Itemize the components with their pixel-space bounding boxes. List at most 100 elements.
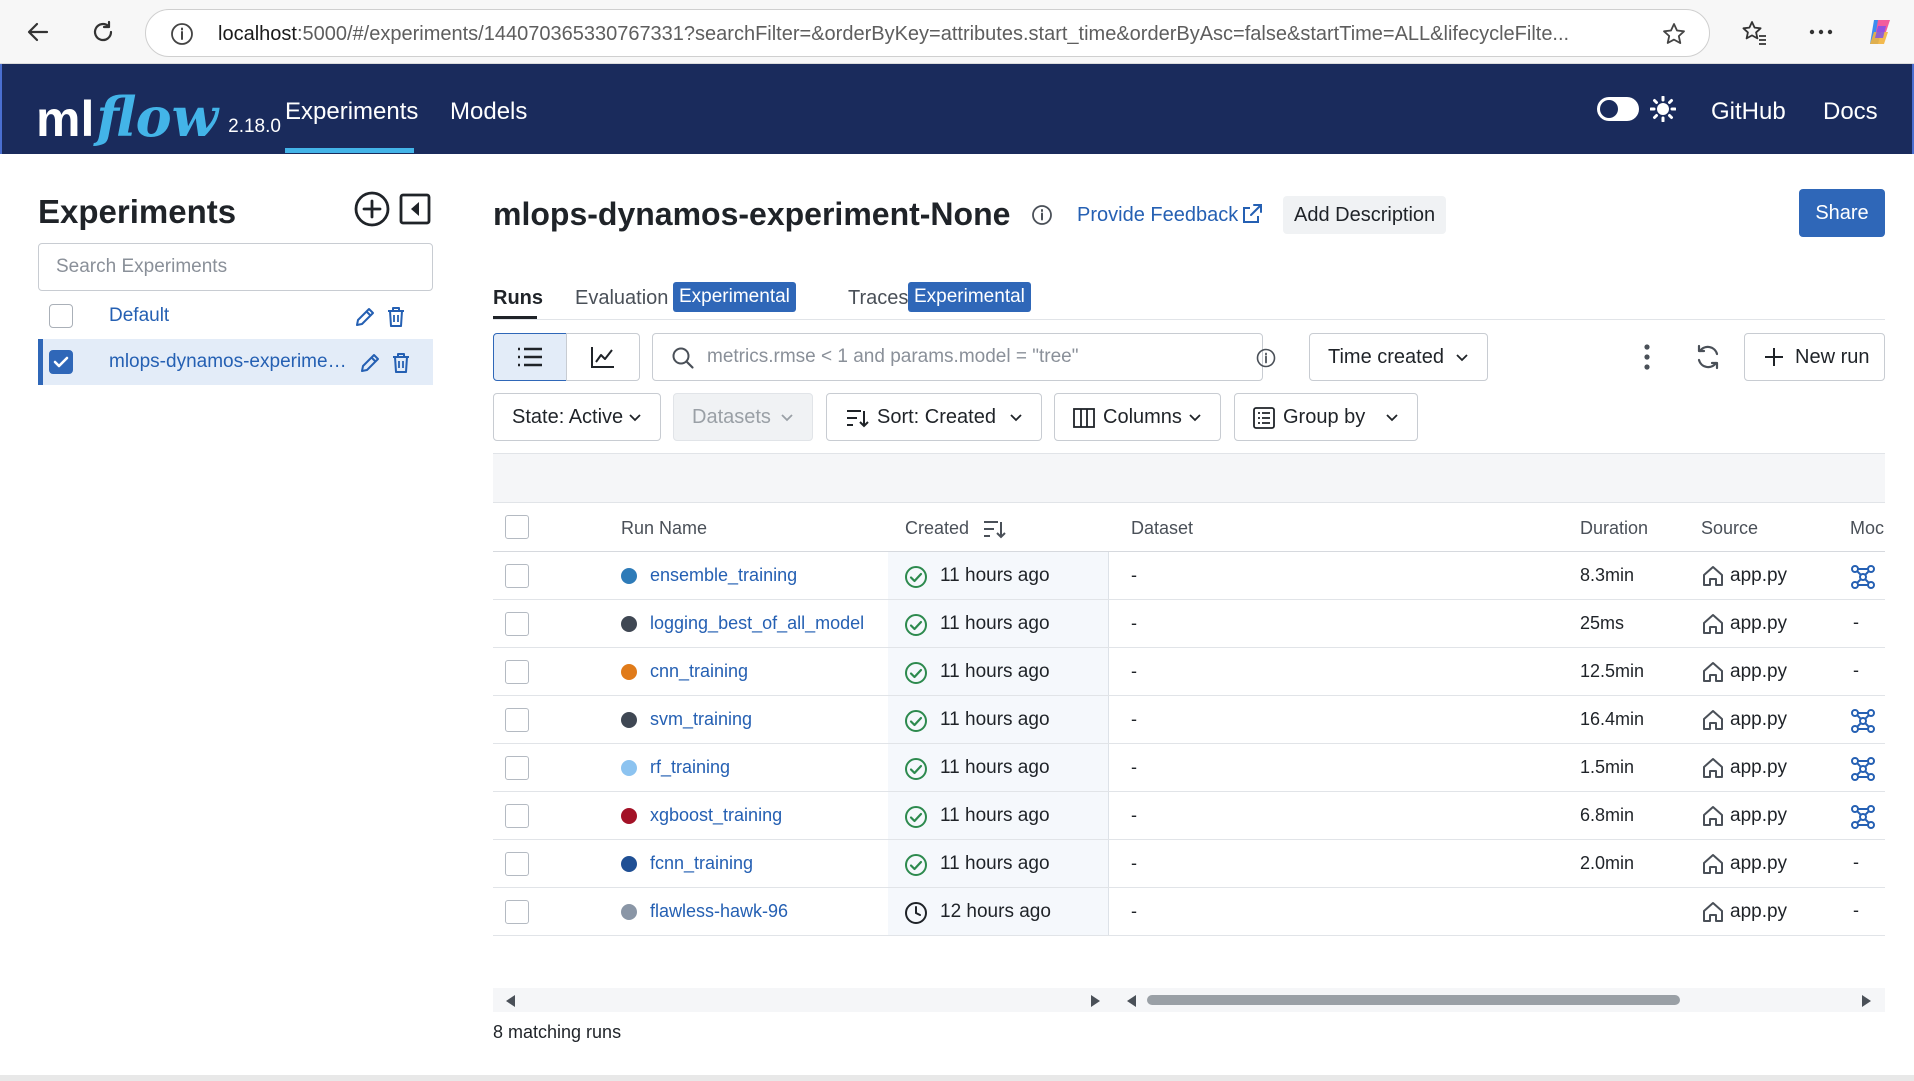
state-dropdown[interactable]: State: Active [493, 393, 661, 441]
run-color-dot[interactable] [621, 808, 637, 824]
run-color-dot[interactable] [621, 904, 637, 920]
time-created-dropdown[interactable]: Time created [1309, 333, 1488, 381]
experiment-checkbox[interactable] [49, 304, 73, 328]
sort-dropdown[interactable]: Sort: Created [826, 393, 1042, 441]
experiment-item-mlops-dynamos[interactable]: mlops-dynamos-experiment-None [38, 339, 433, 385]
info-icon[interactable] [1031, 204, 1053, 226]
scroll-left-arrow-icon[interactable] [504, 994, 516, 1008]
bookmark-star-icon[interactable] [1661, 21, 1687, 47]
sort-desc-icon[interactable] [982, 518, 1006, 540]
table-view-button[interactable] [493, 333, 567, 381]
run-color-dot[interactable] [621, 664, 637, 680]
share-button[interactable]: Share [1799, 189, 1885, 237]
favorites-icon[interactable] [1736, 14, 1772, 50]
scroll-left-arrow-icon[interactable] [1125, 994, 1137, 1008]
add-description-button[interactable]: Add Description [1283, 196, 1447, 234]
run-name-link[interactable]: ensemble_training [650, 565, 797, 586]
collapse-sidebar-icon[interactable] [398, 192, 432, 226]
refresh-icon[interactable] [1694, 343, 1722, 371]
reload-icon[interactable] [85, 14, 121, 50]
more-options-icon[interactable] [1803, 14, 1839, 50]
run-name-link[interactable]: cnn_training [650, 661, 748, 682]
table-row[interactable]: svm_training 11 hours ago - 16.4min app.py [493, 696, 1885, 744]
column-header-duration[interactable]: Duration [1580, 518, 1648, 539]
edit-pencil-icon[interactable] [353, 305, 377, 329]
mlflow-logo[interactable]: ml flow 2.18.0 [36, 74, 281, 144]
source-link[interactable]: app.py [1730, 709, 1787, 731]
row-checkbox[interactable] [505, 708, 529, 732]
run-color-dot[interactable] [621, 568, 637, 584]
run-filter-box[interactable] [652, 333, 1276, 381]
model-icon[interactable] [1850, 708, 1876, 734]
row-checkbox[interactable] [505, 564, 529, 588]
source-link[interactable]: app.py [1730, 853, 1787, 875]
run-name-link[interactable]: rf_training [650, 757, 730, 778]
address-bar[interactable]: localhost:5000/#/experiments/14407036533… [145, 9, 1710, 57]
run-name-link[interactable]: xgboost_training [650, 805, 782, 826]
source-link[interactable]: app.py [1730, 757, 1787, 779]
table-row[interactable]: xgboost_training 11 hours ago - 6.8min app.p… [493, 792, 1885, 840]
run-color-dot[interactable] [621, 616, 637, 632]
run-color-dot[interactable] [621, 712, 637, 728]
external-link-icon[interactable] [1240, 202, 1264, 226]
scrollbar-thumb[interactable] [1147, 995, 1680, 1005]
tab-evaluation[interactable]: Evaluation [575, 287, 668, 310]
source-link[interactable]: app.py [1730, 901, 1787, 923]
group-by-dropdown[interactable]: Group by [1234, 393, 1418, 441]
edit-pencil-icon[interactable] [358, 351, 382, 375]
search-experiments-input[interactable] [38, 243, 433, 291]
select-all-checkbox[interactable] [505, 515, 529, 539]
site-info-icon[interactable] [170, 22, 194, 46]
new-run-button[interactable]: New run [1744, 333, 1885, 381]
scroll-right-arrow-icon[interactable] [1090, 994, 1102, 1008]
run-color-dot[interactable] [621, 760, 637, 776]
run-name-link[interactable]: svm_training [650, 709, 752, 730]
datasets-dropdown[interactable]: Datasets [673, 393, 813, 441]
table-row[interactable]: rf_training 11 hours ago - 1.5min app.py [493, 744, 1885, 792]
row-checkbox[interactable] [505, 804, 529, 828]
run-color-dot[interactable] [621, 856, 637, 872]
row-checkbox[interactable] [505, 612, 529, 636]
source-link[interactable]: app.py [1730, 565, 1787, 587]
tab-runs[interactable]: Runs [493, 287, 543, 310]
dark-mode-toggle[interactable] [1597, 97, 1639, 121]
nav-models[interactable]: Models [450, 98, 527, 126]
column-header-source[interactable]: Source [1701, 518, 1758, 539]
source-link[interactable]: app.py [1730, 613, 1787, 635]
columns-dropdown[interactable]: Columns [1054, 393, 1221, 441]
column-header-dataset[interactable]: Dataset [1131, 518, 1193, 539]
row-checkbox[interactable] [505, 852, 529, 876]
run-filter-input[interactable] [707, 334, 1207, 380]
docs-link[interactable]: Docs [1823, 98, 1878, 126]
column-header-run-name[interactable]: Run Name [621, 518, 707, 539]
provide-feedback-link[interactable]: Provide Feedback [1077, 204, 1238, 227]
table-row[interactable]: cnn_training 11 hours ago - 12.5min app.py - [493, 648, 1885, 696]
copilot-icon[interactable] [1862, 14, 1898, 50]
nav-experiments[interactable]: Experiments [285, 98, 418, 126]
experiment-checkbox-checked[interactable] [49, 350, 73, 374]
run-name-link[interactable]: flawless-hawk-96 [650, 901, 788, 922]
column-header-created[interactable]: Created [905, 518, 969, 539]
experiment-name[interactable]: mlops-dynamos-experiment-None [109, 351, 349, 373]
github-link[interactable]: GitHub [1711, 98, 1786, 126]
row-checkbox[interactable] [505, 660, 529, 684]
delete-trash-icon[interactable] [386, 306, 406, 328]
delete-trash-icon[interactable] [391, 352, 411, 374]
back-arrow-icon[interactable] [20, 14, 56, 50]
experiment-item-default[interactable]: Default [38, 293, 433, 339]
run-name-link[interactable]: fcnn_training [650, 853, 753, 874]
model-icon[interactable] [1850, 756, 1876, 782]
filter-info-icon[interactable] [1256, 348, 1276, 368]
table-row[interactable]: flawless-hawk-96 12 hours ago - app.py - [493, 888, 1885, 936]
create-experiment-icon[interactable] [353, 190, 391, 228]
table-row[interactable]: logging_best_of_all_model 11 hours ago - 25… [493, 600, 1885, 648]
table-row[interactable]: fcnn_training 11 hours ago - 2.0min app.py - [493, 840, 1885, 888]
tab-traces[interactable]: Traces [848, 287, 908, 310]
table-row[interactable]: ensemble_training 11 hours ago - 8.3min app.… [493, 552, 1885, 600]
source-link[interactable]: app.py [1730, 805, 1787, 827]
column-header-models[interactable]: Moc [1850, 518, 1884, 539]
row-checkbox[interactable] [505, 756, 529, 780]
scroll-right-arrow-icon[interactable] [1861, 994, 1873, 1008]
model-icon[interactable] [1850, 564, 1876, 590]
run-name-link[interactable]: logging_best_of_all_model [650, 613, 864, 634]
